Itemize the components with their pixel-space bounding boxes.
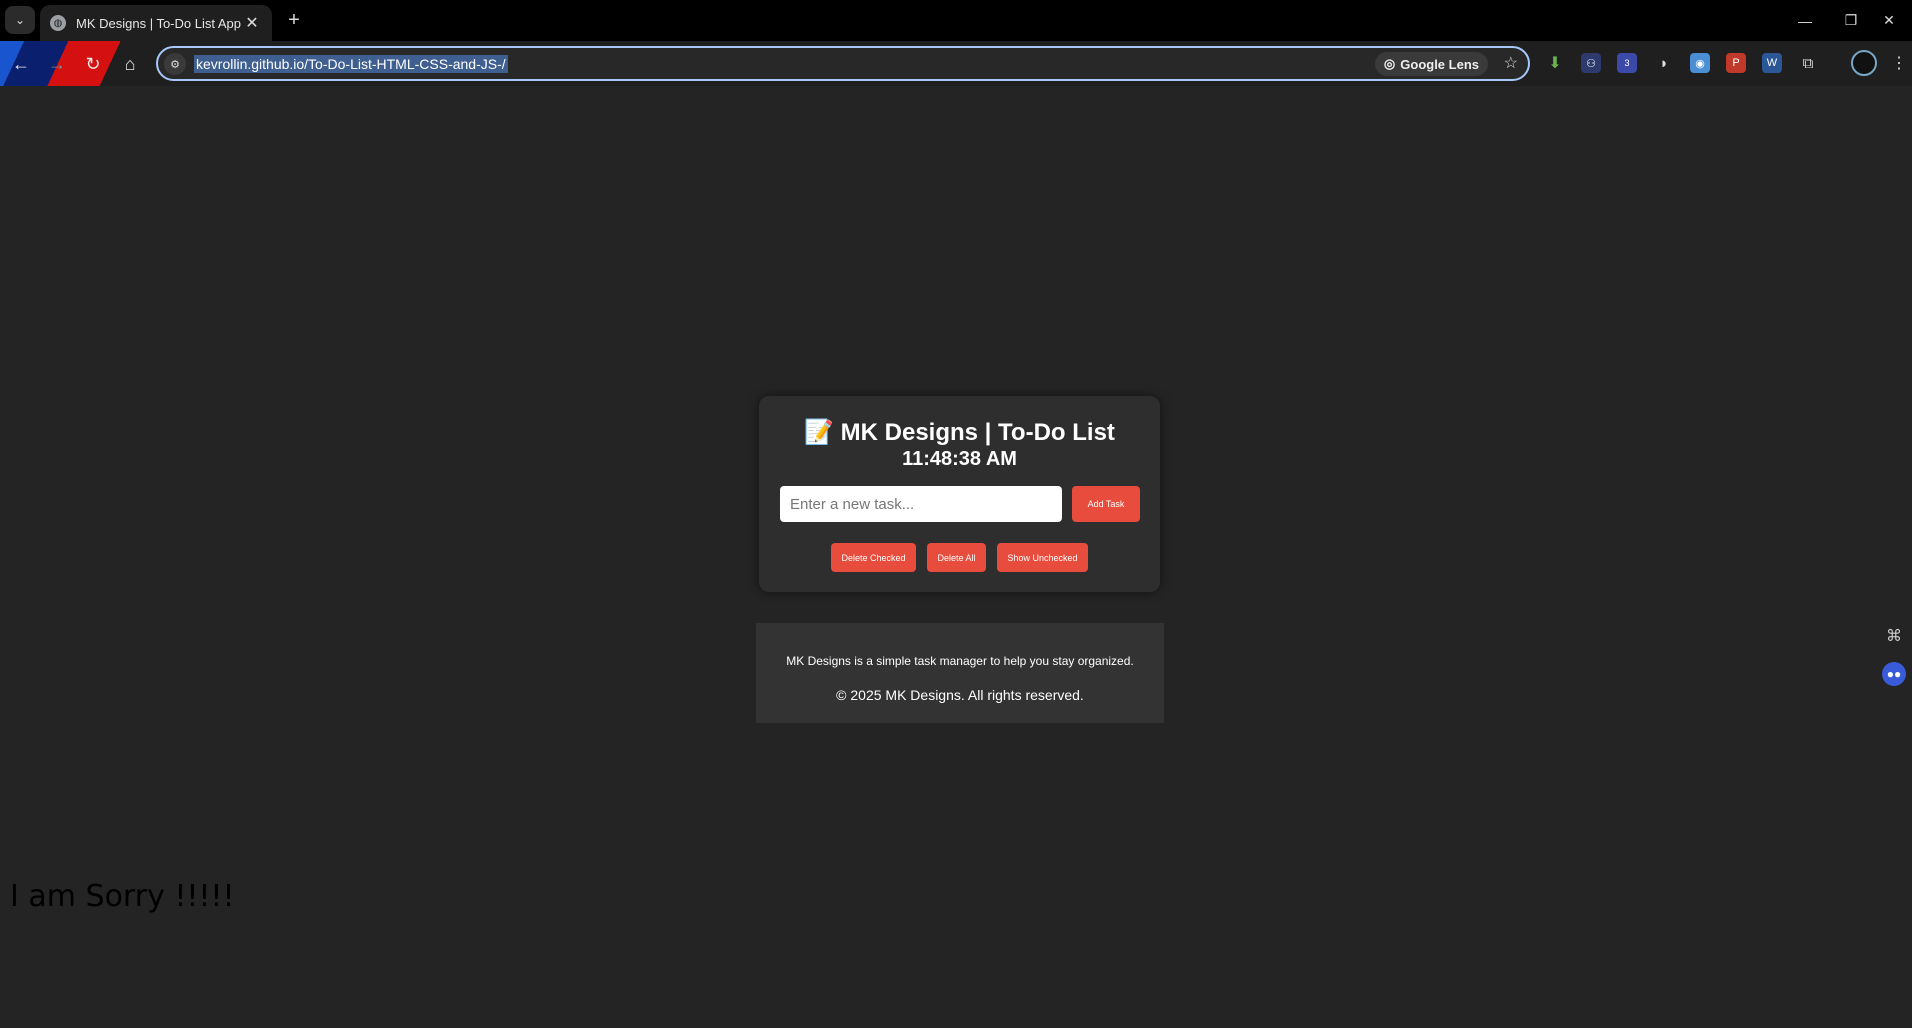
memo-icon: 📝 [804, 419, 834, 446]
active-tab[interactable]: ◍ MK Designs | To-Do List App ✕ [40, 5, 272, 41]
globe-icon: ◍ [50, 15, 66, 31]
extension-badge: 3 [1624, 58, 1630, 68]
add-task-button[interactable]: Add Task [1072, 486, 1140, 522]
download-extension-icon[interactable]: ⬇ [1545, 53, 1565, 73]
camera-extension-icon[interactable]: ◉ [1690, 53, 1710, 73]
tab-close-icon[interactable]: ✕ [242, 13, 262, 33]
app-title: 📝 MK Designs | To-Do List [759, 418, 1160, 447]
extensions-puzzle-icon[interactable]: ⧉ [1798, 53, 1818, 73]
back-icon[interactable]: ← [6, 49, 36, 79]
footer-description: MK Designs is a simple task manager to h… [786, 654, 1134, 668]
address-bar[interactable]: ⚙ kevrollin.github.io/To-Do-List-HTML-CS… [156, 46, 1530, 81]
tab-search-icon[interactable]: ⌄ [5, 6, 35, 34]
reload-icon[interactable]: ↻ [78, 49, 108, 79]
task-input[interactable] [780, 486, 1062, 522]
tab-strip: ⌄ ◍ MK Designs | To-Do List App ✕ + — ❐ … [0, 0, 1912, 41]
url-text[interactable]: kevrollin.github.io/To-Do-List-HTML-CSS-… [194, 55, 508, 73]
menu-kebab-icon[interactable]: ⋮ [1889, 53, 1909, 73]
home-icon[interactable]: ⌂ [115, 49, 145, 79]
overlay-text: I am Sorry !!!!! [10, 879, 235, 914]
app-title-text: MK Designs | To-Do List [840, 419, 1115, 446]
side-panel-grid-icon[interactable]: ⌘ [1882, 624, 1906, 648]
site-info-icon[interactable]: ⚙ [164, 53, 186, 75]
powerpoint-icon[interactable]: P [1726, 53, 1746, 73]
lens-icon: ◎ [1383, 56, 1396, 71]
bookmark-star-icon[interactable]: ☆ [1504, 53, 1518, 73]
todo-card: 📝 MK Designs | To-Do List 11:48:38 AM Ad… [759, 396, 1160, 592]
delete-all-button[interactable]: Delete All [927, 543, 986, 572]
page-content: 📝 MK Designs | To-Do List 11:48:38 AM Ad… [0, 86, 1912, 1028]
lens-label: Google Lens [1400, 56, 1479, 72]
forward-icon[interactable]: → [42, 49, 72, 79]
profile-avatar[interactable] [1851, 50, 1877, 76]
google-lens-button[interactable]: ◎ Google Lens [1374, 52, 1488, 76]
delete-checked-button[interactable]: Delete Checked [831, 543, 916, 572]
footer: MK Designs is a simple task manager to h… [756, 623, 1164, 723]
browser-toolbar: ← → ↻ ⌂ ⚙ kevrollin.github.io/To-Do-List… [0, 41, 1912, 86]
show-unchecked-button[interactable]: Show Unchecked [997, 543, 1088, 572]
new-tab-icon[interactable]: + [282, 8, 306, 32]
footer-copyright: © 2025 MK Designs. All rights reserved. [836, 687, 1084, 703]
extension-icon[interactable]: ⚇ [1581, 53, 1601, 73]
word-icon[interactable]: W [1762, 53, 1782, 73]
notification-extension-icon[interactable]: 3 [1617, 53, 1637, 73]
tab-title: MK Designs | To-Do List App [76, 15, 241, 31]
minimize-icon[interactable]: — [1782, 0, 1828, 41]
extension-icon-2[interactable]: ◗ [1654, 53, 1674, 73]
assistant-bot-icon[interactable]: ●● [1882, 662, 1906, 686]
close-window-icon[interactable]: ✕ [1866, 0, 1912, 41]
clock: 11:48:38 AM [902, 448, 1017, 470]
